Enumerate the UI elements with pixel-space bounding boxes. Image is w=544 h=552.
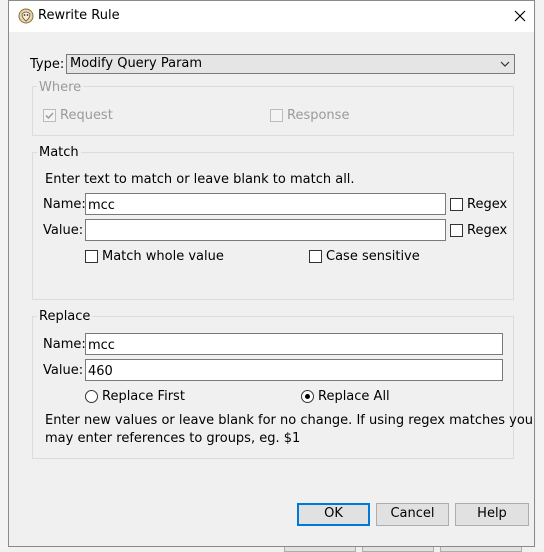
help-button[interactable]: Help <box>455 503 529 526</box>
background-window-right <box>536 0 544 550</box>
replace-value-input[interactable] <box>85 359 503 381</box>
match-name-input[interactable] <box>85 193 446 215</box>
replace-note-line1: Enter new values or leave blank for no c… <box>45 413 534 428</box>
match-whole-value-checkbox[interactable] <box>85 250 98 263</box>
rewrite-rule-dialog: Rewrite Rule Type: Modify Query Param Wh… <box>8 0 535 547</box>
match-title: Match <box>37 145 81 160</box>
background-window-left <box>0 0 8 550</box>
replace-title: Replace <box>37 309 93 324</box>
replace-name-input[interactable] <box>85 333 503 355</box>
radio-selected-dot <box>305 394 310 399</box>
where-title: Where <box>37 80 84 95</box>
match-value-input[interactable] <box>85 219 446 241</box>
request-checkbox[interactable] <box>43 109 56 122</box>
replace-first-radio[interactable] <box>85 390 98 403</box>
match-instruction: Enter text to match or leave blank to ma… <box>45 172 355 187</box>
close-button[interactable] <box>507 1 534 32</box>
response-checkbox[interactable] <box>270 109 283 122</box>
match-whole-value-label: Match whole value <box>102 249 224 264</box>
type-select-value: Modify Query Param <box>70 56 203 71</box>
charles-app-icon <box>18 8 34 24</box>
chevron-down-icon <box>500 61 510 67</box>
value-regex-label: Regex <box>467 223 508 238</box>
name-regex-checkbox[interactable] <box>450 198 463 211</box>
window-title: Rewrite Rule <box>38 8 120 23</box>
value-regex-checkbox[interactable] <box>450 224 463 237</box>
replace-first-label: Replace First <box>102 389 185 404</box>
response-label: Response <box>287 108 350 123</box>
case-sensitive-checkbox[interactable] <box>309 250 322 263</box>
case-sensitive-label: Case sensitive <box>326 249 420 264</box>
cancel-button[interactable]: Cancel <box>376 503 449 526</box>
replace-value-label: Value: <box>43 363 84 378</box>
replace-all-radio[interactable] <box>301 390 314 403</box>
check-icon <box>45 112 54 120</box>
request-label: Request <box>60 108 113 123</box>
match-value-label: Value: <box>43 223 84 238</box>
replace-all-label: Replace All <box>318 389 390 404</box>
type-select[interactable]: Modify Query Param <box>66 54 515 74</box>
ok-button[interactable]: OK <box>297 503 370 526</box>
match-name-label: Name: <box>43 197 86 212</box>
close-icon <box>514 10 526 22</box>
name-regex-label: Regex <box>467 197 508 212</box>
replace-note-line2: may enter references to groups, eg. $1 <box>45 431 301 446</box>
title-bar: Rewrite Rule <box>9 1 534 32</box>
type-label: Type: <box>30 57 65 72</box>
replace-name-label: Name: <box>43 337 86 352</box>
